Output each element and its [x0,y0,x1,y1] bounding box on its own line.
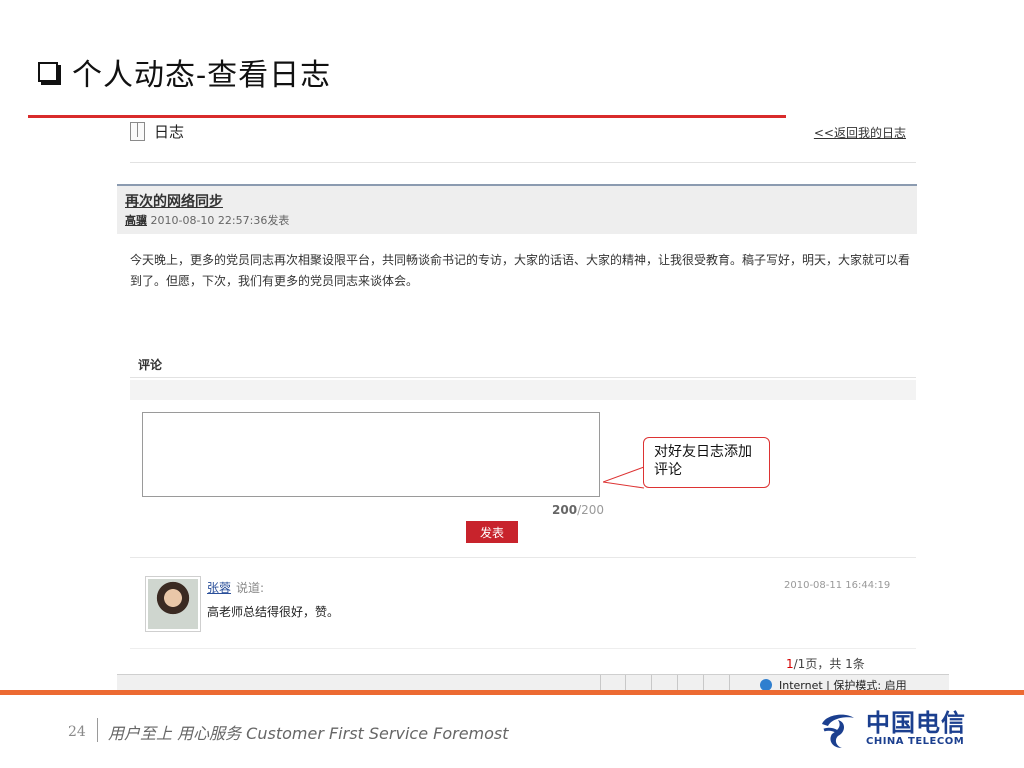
footer-slogan: 用户至上 用心服务 Customer First Service Foremos… [108,724,509,743]
post-author-link[interactable]: 高骥 [125,214,147,227]
comment-input[interactable] [142,412,600,497]
slide-title: 个人动态-查看日志 [38,50,331,94]
divider [130,162,916,163]
blog-header-title: 日志 [154,123,185,141]
char-counter: 200/200 [552,503,604,517]
avatar-photo [148,579,198,629]
post-published-suffix: 发表 [267,214,290,227]
comment-time: 2010-08-11 16:44:19 [784,580,891,591]
pager: 1/1页，共 1条 [786,655,865,672]
logo-text: 中国电信 CHINA TELECOM [866,710,966,747]
post-meta: 高骥 2010-08-10 22:57:36发表 [125,212,289,228]
post-datetime: 2010-08-10 22:57:36 [150,214,268,227]
post-header: 再次的网络同步 高骥 2010-08-10 22:57:36发表 [117,184,917,234]
comment-says: 说道: [236,581,265,595]
char-counter-total: /200 [577,503,605,517]
pager-current: 1 [786,657,794,671]
china-telecom-logo: 中国电信 CHINA TELECOM [816,706,966,750]
comment-text: 高老师总结得很好，赞。 [207,605,340,619]
back-to-my-blog-link[interactable]: <<返回我的日志 [814,124,906,141]
page-number: 24 [68,724,86,740]
avatar[interactable] [145,576,201,632]
callout: 对好友日志添加评论 [643,437,770,488]
slide-title-text: 个人动态-查看日志 [72,58,332,93]
callout-pointer [603,466,645,489]
post-body: 今天晚上，更多的党员同志再次相聚设限平台，共同畅谈俞书记的专访，大家的话语、大家… [130,253,911,288]
blog-screenshot: 日志 <<返回我的日志 再次的网络同步 高骥 2010-08-10 22:57:… [117,118,949,692]
comment-user-link[interactable]: 张蓉 [207,579,231,596]
submit-comment-button[interactable]: 发表 [466,521,518,543]
comments-label: 评论 [138,358,163,372]
pager-rest: /1页，共 1条 [793,657,865,671]
telecom-swirl-icon [822,714,854,748]
logo-en: CHINA TELECOM [866,735,965,747]
blog-header: 日志 [130,121,184,142]
footer-divider [97,718,98,742]
divider [130,377,916,378]
logo-cn: 中国电信 [866,708,966,737]
document-icon [130,122,145,141]
comments-strip [130,380,916,400]
divider [130,557,916,558]
post-title[interactable]: 再次的网络同步 [125,191,223,211]
char-counter-current: 200 [552,503,578,517]
checkbox-bullet-icon [38,62,61,85]
divider [130,648,916,649]
footer-bar [0,690,1024,695]
